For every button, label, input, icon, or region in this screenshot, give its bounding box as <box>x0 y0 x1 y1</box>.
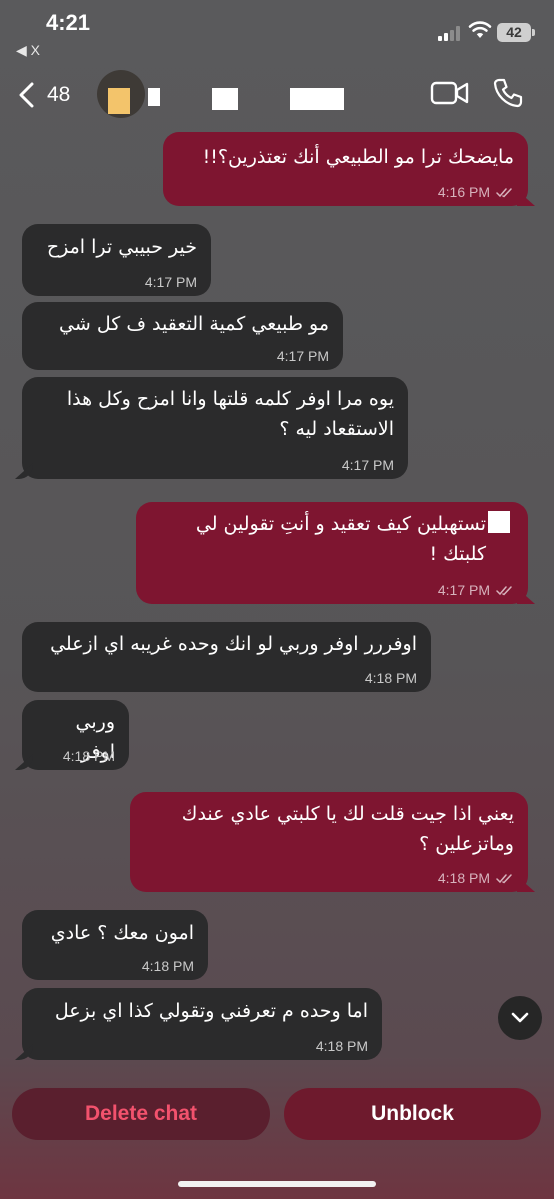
message-meta: 4:17 PM <box>438 582 514 598</box>
read-ticks-icon <box>496 585 512 595</box>
avatar[interactable] <box>97 70 145 118</box>
message-list[interactable]: مايضحك ترا مو الطبيعي أنك تعتذرين؟!! 4:1… <box>0 124 554 1074</box>
message-text: خير حبيبي ترا امزح <box>46 236 197 258</box>
message-time: 4:17 PM <box>144 274 197 290</box>
message-bubble-outgoing[interactable]: تستهبلين كيف تعقيد و أنتِ تقولين لي كلبت… <box>136 502 528 604</box>
phone-call-icon[interactable] <box>492 77 524 109</box>
message-text: اوفررر اوفر وربي لو انك وحده غريبه اي از… <box>50 633 417 655</box>
video-call-icon[interactable] <box>430 78 470 108</box>
signal-icon <box>438 25 464 41</box>
message-text: يعني اذا جيت قلت لك يا كلبتي عادي عندك و… <box>175 803 514 855</box>
message-bubble-incoming[interactable]: وربي اوفر 4:18 PM <box>22 700 129 770</box>
message-text: اما وحده م تعرفني وتقولي كذا اي بزعل <box>54 1000 368 1022</box>
message-bubble-incoming[interactable]: اما وحده م تعرفني وتقولي كذا اي بزعل 4:1… <box>22 988 382 1060</box>
avatar-redaction <box>108 88 130 114</box>
message-meta: 4:17 PM <box>277 348 329 364</box>
unread-count: 48 <box>47 83 71 106</box>
message-time: 4:18 PM <box>315 1038 368 1054</box>
message-bubble-incoming[interactable]: يوه مرا اوفر كلمه قلتها وانا امزح وكل هذ… <box>22 377 408 479</box>
back-chevron-icon <box>19 82 34 108</box>
battery-indicator: 42 <box>497 23 535 42</box>
wifi-icon <box>468 21 492 38</box>
message-text: مو طبيعي كمية التعقيد ف كل شي <box>59 313 329 335</box>
message-meta: 4:18 PM <box>438 870 514 886</box>
read-ticks-icon <box>496 187 512 197</box>
chat-header: 48 <box>0 64 554 124</box>
message-meta: 4:17 PM <box>342 457 394 473</box>
back-button[interactable]: 48 <box>14 80 80 110</box>
message-bubble-incoming[interactable]: امون معك ؟ عادي 4:18 PM <box>22 910 208 980</box>
message-meta: 4:18 PM <box>316 1038 368 1054</box>
chevron-down-icon <box>511 1012 529 1023</box>
message-meta: 4:16 PM <box>438 184 514 200</box>
scroll-to-bottom-button[interactable] <box>498 996 542 1040</box>
unblock-button[interactable]: Unblock <box>284 1088 541 1140</box>
message-meta: 4:18 PM <box>63 748 115 764</box>
emoji-redaction <box>488 511 510 533</box>
message-time: 4:17 PM <box>437 582 490 598</box>
home-indicator <box>178 1181 376 1187</box>
message-time: 4:18 PM <box>437 870 490 886</box>
blocked-actions-bar: Delete chat Unblock <box>0 1074 554 1199</box>
message-time: 4:18 PM <box>62 748 115 764</box>
message-time: 4:16 PM <box>437 184 490 200</box>
contact-name-redaction[interactable] <box>212 88 238 110</box>
message-bubble-incoming[interactable]: مو طبيعي كمية التعقيد ف كل شي 4:17 PM <box>22 302 343 370</box>
message-text: يوه مرا اوفر كلمه قلتها وانا امزح وكل هذ… <box>60 388 394 440</box>
message-text: تستهبلين كيف تعقيد و أنتِ تقولين لي كلبت… <box>189 513 486 565</box>
delete-chat-button[interactable]: Delete chat <box>12 1088 270 1140</box>
message-time: 4:17 PM <box>341 457 394 473</box>
back-to-app-link[interactable]: ◀ X <box>16 42 40 59</box>
message-text: مايضحك ترا مو الطبيعي أنك تعتذرين؟!! <box>202 146 514 168</box>
contact-name-redaction[interactable] <box>290 88 344 110</box>
status-bar: 4:21 ◀ X 42 <box>0 0 554 64</box>
message-bubble-incoming[interactable]: خير حبيبي ترا امزح 4:17 PM <box>22 224 211 296</box>
message-meta: 4:17 PM <box>145 274 197 290</box>
message-bubble-incoming[interactable]: اوفررر اوفر وربي لو انك وحده غريبه اي از… <box>22 622 431 692</box>
message-bubble-outgoing[interactable]: مايضحك ترا مو الطبيعي أنك تعتذرين؟!! 4:1… <box>163 132 528 206</box>
message-time: 4:18 PM <box>141 958 194 974</box>
contact-name-redaction[interactable] <box>148 88 160 106</box>
message-text: امون معك ؟ عادي <box>50 922 194 944</box>
read-ticks-icon <box>496 873 512 883</box>
message-bubble-outgoing[interactable]: يعني اذا جيت قلت لك يا كلبتي عادي عندك و… <box>130 792 528 892</box>
message-meta: 4:18 PM <box>142 958 194 974</box>
message-meta: 4:18 PM <box>365 670 417 686</box>
message-time: 4:17 PM <box>276 348 329 364</box>
message-time: 4:18 PM <box>364 670 417 686</box>
status-time: 4:21 <box>46 10 91 35</box>
